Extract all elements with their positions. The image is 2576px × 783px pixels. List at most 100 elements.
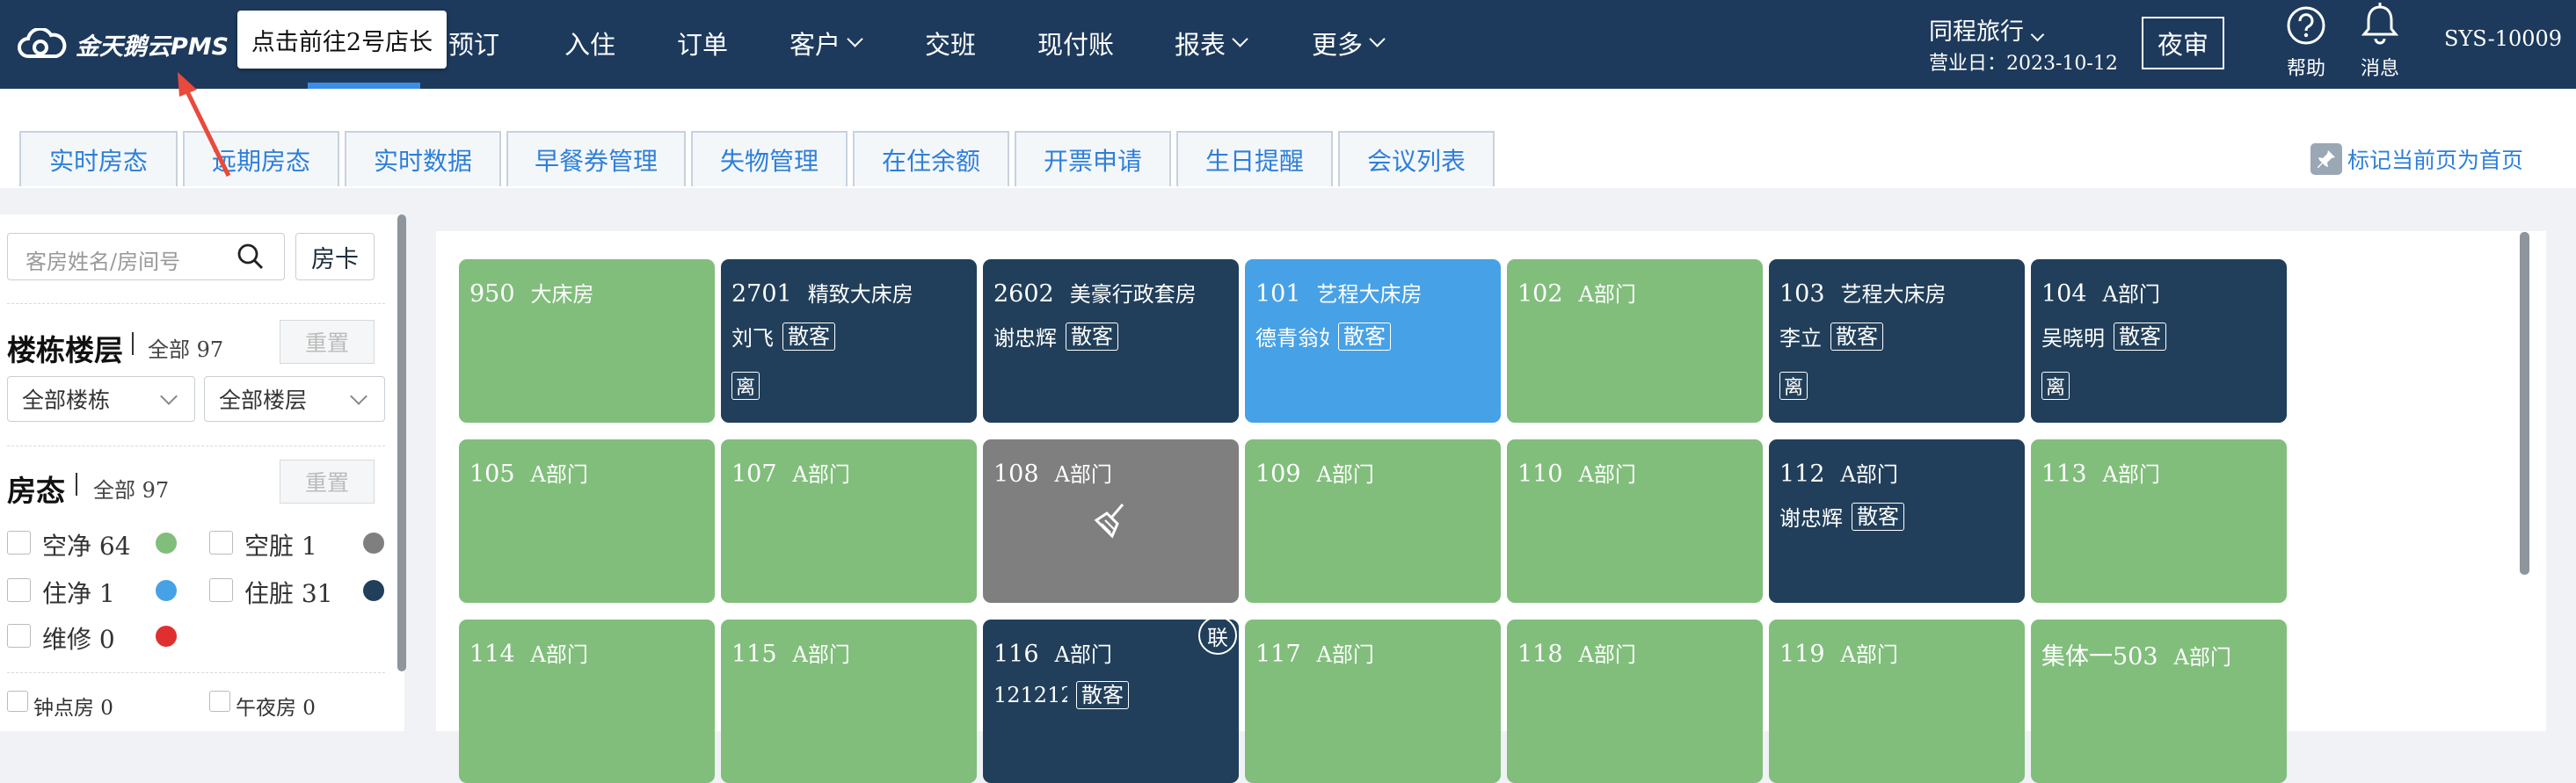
room-card[interactable]: 109 A部门 [1245,439,1501,603]
room-card[interactable]: 114 A部门 [459,620,715,783]
nav-item-checkin[interactable]: 入住 [564,0,615,85]
question-circle-icon [2287,6,2325,45]
room-number: 103 [1779,280,1825,308]
hotel-name: 同程旅行 [1929,18,2024,46]
hourly-room-checkbox[interactable] [7,691,28,712]
nav-item-customers[interactable]: 客户 [790,0,863,85]
room-type: 精致大床房 [807,282,913,307]
nav-item-reports[interactable]: 报表 [1175,0,1248,85]
room-header: 2701 精致大床房 [731,277,913,308]
room-card[interactable]: 110 A部门 [1507,439,1763,603]
help-button[interactable]: 帮助 [2279,5,2333,84]
status-checkbox-vacant-clean[interactable] [7,531,31,555]
room-card[interactable]: 107 A部门 [721,439,977,603]
floor-select[interactable]: 全部楼层 [204,376,385,422]
status-dot-occupied-clean [156,580,177,601]
bookmark-label: 标记当前页为首页 [2347,148,2523,173]
status-checkbox-occupied-clean[interactable] [7,578,31,602]
sidebar-scrollbar[interactable] [397,214,406,671]
tooltip-store-manager[interactable]: 点击前往2号店长 [237,11,447,69]
search-icon[interactable] [236,243,265,271]
nav-item-orders[interactable]: 订单 [677,0,728,85]
nav-item-booking[interactable]: 预订 [448,0,499,85]
nav-label: 现付账 [1037,29,1115,60]
tab-meeting-list[interactable]: 会议列表 [1338,131,1495,186]
tab-lost-and-found[interactable]: 失物管理 [691,131,848,186]
room-type: 美豪行政套房 [1069,282,1197,307]
help-label: 帮助 [2286,58,2325,80]
room-card[interactable]: 116 A部门 121212 散客 联 [983,620,1239,783]
room-card[interactable]: 103 艺程大床房 李立 散客离 [1769,259,2025,423]
room-card[interactable]: 102 A部门 [1507,259,1763,423]
room-header: 115 A部门 [731,637,850,668]
checkout-flag: 离 [2041,372,2070,400]
status-checkbox-vacant-dirty[interactable] [209,531,233,555]
tab-birthday-reminder[interactable]: 生日提醒 [1176,131,1333,186]
room-card[interactable]: 118 A部门 [1507,620,1763,783]
room-type: A部门 [1578,282,1636,307]
room-card[interactable]: 115 A部门 [721,620,977,783]
room-number: 108 [993,460,1039,488]
guest-info: 谢忠辉 散客 [993,321,1118,352]
room-number: 113 [2041,460,2087,488]
room-type: A部门 [2173,645,2231,670]
nav-item-shift[interactable]: 交班 [925,0,976,85]
tab-realtime-data[interactable]: 实时数据 [345,131,501,186]
nav-label: 预订 [448,29,500,60]
room-card-button[interactable]: 房卡 [295,233,375,280]
room-card[interactable]: 101 艺程大床房德青翁如散客 [1245,259,1501,423]
room-grid-scrollbar[interactable] [2520,232,2529,575]
room-number: 118 [1517,641,1563,668]
room-card[interactable]: 112 A部门 谢忠辉 散客 [1769,439,2025,603]
room-card[interactable]: 2701 精致大床房 刘飞 散客离 [721,259,977,423]
brand-name: 金天鹅云PMS [76,33,229,61]
hotel-switcher[interactable]: 同程旅行 [1929,12,2045,47]
room-type: A部门 [792,642,850,667]
status-checkbox-occupied-dirty[interactable] [209,578,233,602]
room-number: 2602 [993,280,1054,308]
bell-icon [2361,3,2399,45]
search-placeholder: 客房姓名/房间号 [25,250,181,274]
room-status-reset-button[interactable]: 重置 [280,460,375,504]
search-input[interactable]: 客房姓名/房间号 [7,233,285,280]
guest-name: 121212 [993,683,1067,707]
bookmark-homepage-link[interactable]: 标记当前页为首页 [2310,143,2523,175]
building-select[interactable]: 全部楼栋 [7,376,195,422]
nav-item-cash-account[interactable]: 现付账 [1037,0,1114,85]
building-count: 全部 97 [148,337,224,362]
tabs-bar: 实时房态 远期房态 实时数据 早餐券管理 失物管理 在住余额 开票申请 生日提醒… [0,89,2576,188]
status-checkbox-maintenance[interactable] [7,624,31,648]
room-header: 101 艺程大床房 [1255,277,1423,308]
chevron-down-icon [160,388,178,405]
brand-logo[interactable]: 金天鹅云PMS [18,25,229,63]
room-card[interactable]: 108 A部门 [983,439,1239,603]
messages-button[interactable]: 消息 [2353,2,2407,84]
room-card[interactable]: 104 A部门 吴晓明 散客离 [2031,259,2287,423]
nav-item-more[interactable]: 更多 [1312,0,1386,85]
chevron-down-icon [1232,31,1248,47]
status-label-occupied-clean: 住净 1 [42,579,115,608]
tab-invoice-request[interactable]: 开票申请 [1015,131,1171,186]
status-label-vacant-clean: 空净 64 [42,532,131,561]
tab-breakfast-voucher[interactable]: 早餐券管理 [506,131,686,186]
room-number: 105 [469,460,515,488]
building-reset-button[interactable]: 重置 [280,320,375,364]
room-card[interactable]: 2602 美豪行政套房谢忠辉 散客 [983,259,1239,423]
guest-info: 吴晓明 散客 [2041,321,2166,352]
room-card[interactable]: 119 A部门 [1769,620,2025,783]
tab-in-house-balance[interactable]: 在住余额 [853,131,1009,186]
room-card[interactable]: 950 大床房 [459,259,715,423]
user-account[interactable]: SYS-10009 [2444,26,2562,51]
room-type: 艺程大床房 [1316,282,1423,307]
room-type: A部门 [530,642,588,667]
room-card[interactable]: 集体一503 A部门 [2031,620,2287,783]
nav-label: 更多 [1312,29,1364,60]
room-card[interactable]: 113 A部门 [2031,439,2287,603]
tab-realtime-room-status[interactable]: 实时房态 [19,131,178,186]
room-card[interactable]: 117 A部门 [1245,620,1501,783]
room-header: 109 A部门 [1255,457,1374,488]
room-number: 950 [469,280,515,308]
night-audit-button[interactable]: 夜审 [2142,17,2224,69]
room-card[interactable]: 105 A部门 [459,439,715,603]
midnight-room-checkbox[interactable] [209,691,230,712]
